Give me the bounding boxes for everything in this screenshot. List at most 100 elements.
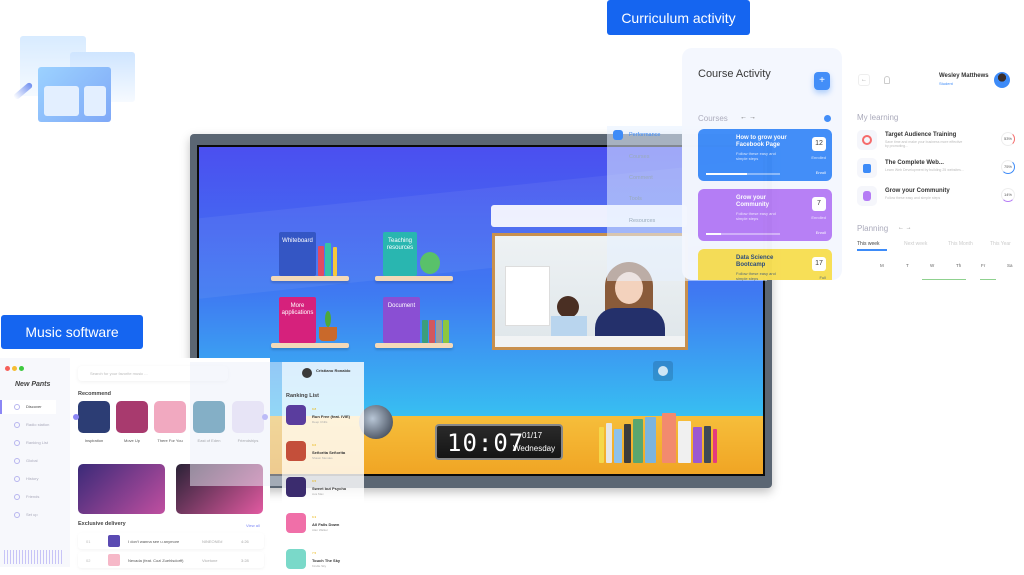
course-count: 17: [812, 257, 826, 271]
minimize-dot[interactable]: [12, 366, 17, 371]
music-nav-ranking-list[interactable]: Ranking List: [0, 436, 56, 450]
clock-day: Wednesday: [513, 444, 556, 453]
course-card[interactable]: How to grow your Facebook Page Follow th…: [698, 129, 832, 181]
learning-desc: Learn Web Development by building 25 web…: [885, 168, 964, 172]
app-document[interactable]: Document: [383, 297, 420, 343]
user-avatar[interactable]: [302, 368, 312, 378]
tab-this-week[interactable]: This week: [857, 241, 880, 247]
tab-this-year[interactable]: This Year: [990, 241, 1011, 247]
track-title: Nevada (feat. Cozi Zuehlsdorff): [128, 558, 184, 563]
boy-figure: [557, 296, 579, 318]
app-label: Teaching resources: [386, 238, 414, 251]
ranking-item[interactable]: 9.3 All Falls Down Alan Walker: [286, 513, 358, 539]
album-card[interactable]: [116, 401, 148, 433]
tab-this-month[interactable]: This Month: [948, 241, 973, 247]
user-name: Wesley Matthews: [939, 73, 989, 79]
user-role: Student: [939, 81, 953, 86]
music-nav-global[interactable]: Global: [0, 454, 56, 468]
track-number: 01: [86, 539, 91, 544]
database-icon: [857, 186, 877, 206]
nav-item-comment[interactable]: Comment: [629, 175, 653, 181]
song-title: All Falls Down: [312, 522, 340, 527]
carousel-prev-button[interactable]: [73, 414, 79, 420]
day-label: T: [906, 263, 909, 268]
app-more-applications[interactable]: More applications: [279, 297, 316, 343]
clock-date: 01/17: [522, 431, 543, 440]
view-all-link[interactable]: View all: [246, 523, 260, 528]
nav-item-performance[interactable]: Performance: [629, 132, 661, 138]
courses-toggle[interactable]: [824, 115, 831, 122]
music-nav-radio-station[interactable]: Radio station: [0, 418, 56, 432]
plant-pot-icon: [319, 327, 337, 341]
learning-item[interactable]: The Complete Web... Learn Web Developmen…: [857, 158, 1017, 180]
planning-prev-next-icon[interactable]: ← →: [898, 225, 912, 231]
clock-widget: 10:07 01/17 Wednesday: [435, 424, 563, 460]
live-broadcast-card[interactable]: [78, 464, 165, 514]
audio-waveform: [4, 550, 64, 564]
schedule-bar: [980, 279, 996, 280]
learning-item[interactable]: Grow your Community Follow these easy an…: [857, 186, 1017, 208]
course-title: Data Science Bootcamp: [736, 255, 774, 268]
track-title: I don't wanna see u anymore: [128, 539, 180, 544]
album-name: Inspiration: [84, 438, 104, 443]
maximize-dot[interactable]: [19, 366, 24, 371]
nav-label: Ranking List: [26, 440, 49, 445]
track-row[interactable]: 02 Nevada (feat. Cozi Zuehlsdorff) Vicet…: [78, 552, 264, 568]
app-teaching-resources[interactable]: Teaching resources: [383, 232, 417, 276]
nav-item-tools[interactable]: Tools: [629, 196, 642, 202]
active-tab-indicator: [857, 249, 887, 251]
music-software-label: Music software: [1, 315, 143, 349]
music-nav-history[interactable]: History: [0, 472, 56, 486]
album-card[interactable]: [78, 401, 110, 433]
notification-bell-icon[interactable]: [884, 76, 890, 84]
music-nav-set-up[interactable]: Set up: [0, 508, 56, 522]
ranking-item[interactable]: 9.8 Run Free (feat. IVIE) Deep Chills: [286, 405, 358, 431]
add-course-button[interactable]: +: [814, 72, 830, 90]
binder-icon: [443, 320, 449, 343]
learning-item[interactable]: Target Audience Training Save time and m…: [857, 130, 1017, 152]
track-number: 02: [86, 558, 91, 563]
back-button[interactable]: ←: [858, 74, 870, 86]
user-avatar[interactable]: [994, 72, 1010, 88]
nav-label: Set up: [26, 512, 38, 517]
music-brand: New Pants: [15, 381, 51, 388]
headphones-icon: [14, 422, 20, 428]
courses-prev-next-icon[interactable]: ← →: [740, 114, 756, 121]
whiteboard-in-photo: [505, 266, 550, 326]
book-spine: [325, 243, 331, 276]
learning-desc: Save time and make your business more ef…: [885, 140, 963, 148]
glass-overlay: [190, 362, 282, 486]
course-card[interactable]: Grow your Community Follow these easy an…: [698, 189, 832, 241]
ranking-item[interactable]: 7.5 Touch The Sky Kindle Sky: [286, 549, 358, 575]
ranking-item[interactable]: 9.6 Señorita Señorita Shawn Mendes: [286, 441, 358, 467]
nav-label: Radio station: [26, 422, 50, 427]
music-nav-discover[interactable]: Discover: [0, 400, 56, 414]
music-nav-friends[interactable]: Friends: [0, 490, 56, 504]
planning-label: Planning: [857, 224, 889, 233]
tab-next-week[interactable]: Next week: [904, 241, 927, 247]
floating-menu-button[interactable]: [653, 361, 673, 381]
song-cover: [286, 477, 306, 497]
course-card[interactable]: Data Science Bootcamp Follow these easy …: [698, 249, 832, 281]
song-artist: Deep Chills: [312, 420, 328, 424]
binder-icon: [422, 320, 428, 343]
binder-icon: [429, 320, 435, 343]
album-card[interactable]: [154, 401, 186, 433]
ranking-item[interactable]: 9.5 Sweet but Psycho Ava Max: [286, 477, 358, 503]
nav-item-resources[interactable]: Resources: [629, 218, 655, 224]
app-whiteboard[interactable]: Whiteboard: [279, 232, 316, 276]
plant-leaf-icon: [325, 311, 331, 327]
book-spine: [318, 246, 324, 276]
learning-percent: 75%: [1001, 160, 1015, 174]
music-sidebar: New Pants Discover Radio station Ranking…: [0, 358, 70, 567]
nav-item-courses[interactable]: Courses: [629, 154, 649, 160]
course-activity-panel: Course Activity + Courses ← → How to gro…: [682, 48, 842, 281]
song-cover: [286, 549, 306, 569]
enroll-link[interactable]: Enroll: [816, 170, 826, 175]
clock-icon: [14, 476, 20, 482]
close-dot[interactable]: [5, 366, 10, 371]
enroll-link[interactable]: Enroll: [816, 230, 826, 235]
track-cover: [108, 535, 120, 547]
course-progress: [706, 173, 780, 175]
track-row[interactable]: 01 I don't wanna see u anymore NINEONE# …: [78, 533, 264, 549]
